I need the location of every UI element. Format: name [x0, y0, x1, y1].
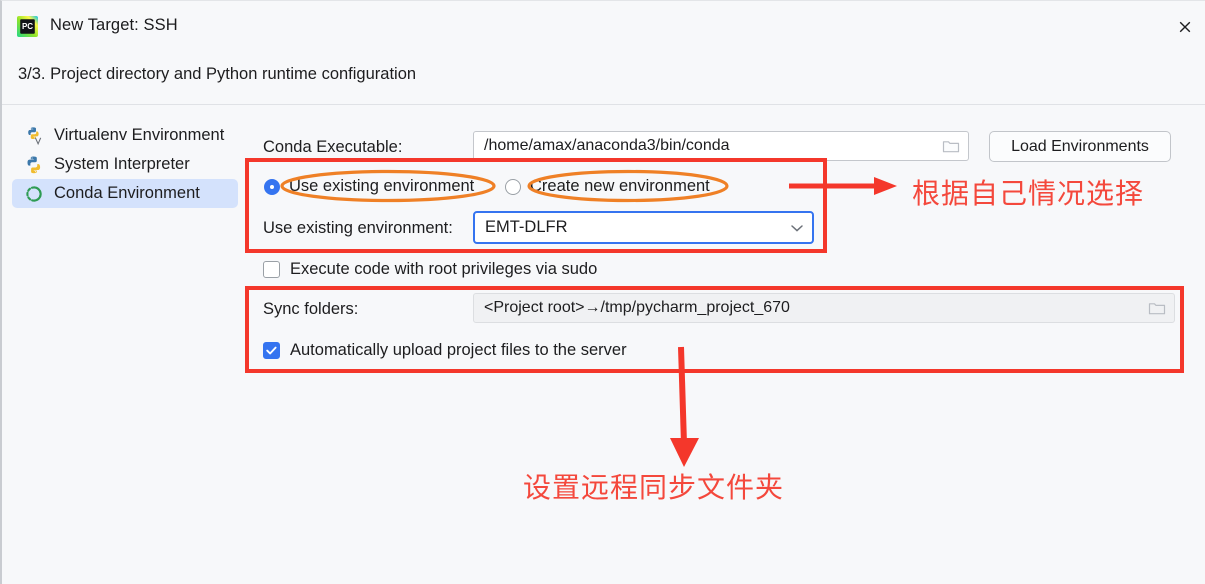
conda-executable-value: /home/amax/anaconda3/bin/conda [484, 137, 730, 154]
environment-value: EMT-DLFR [485, 218, 568, 236]
sudo-checkbox-row[interactable]: Execute code with root privileges via su… [263, 260, 597, 279]
environment-dropdown[interactable]: EMT-DLFR [473, 211, 814, 244]
conda-executable-input[interactable]: /home/amax/anaconda3/bin/conda [473, 131, 969, 161]
sync-folders-value: <Project root>→/tmp/pycharm_project_670 [484, 299, 790, 316]
folder-icon[interactable] [942, 138, 960, 154]
radio-create-new-environment[interactable]: Create new environment [505, 177, 710, 196]
sudo-checkbox-label: Execute code with root privileges via su… [290, 260, 598, 278]
radio-use-existing-environment[interactable]: Use existing environment [264, 177, 474, 196]
sync-folders-input[interactable]: <Project root>→/tmp/pycharm_project_670 [473, 293, 1175, 323]
radio-indicator[interactable] [505, 178, 521, 195]
sudo-checkbox[interactable] [263, 261, 280, 278]
auto-upload-checkbox[interactable] [263, 342, 280, 359]
radio-label: Use existing environment [289, 177, 475, 195]
radio-label: Create new environment [530, 177, 710, 195]
sync-folders-label: Sync folders: [263, 300, 359, 318]
load-environments-button[interactable]: Load Environments [989, 131, 1171, 162]
auto-upload-checkbox-label: Automatically upload project files to th… [290, 341, 627, 359]
use-existing-environment-label: Use existing environment: [263, 219, 453, 237]
annotation-note-right: 根据自己情况选择 [912, 177, 1145, 210]
dialog-window: PC New Target: SSH 3/3. Project director… [0, 0, 1205, 584]
conda-executable-label: Conda Executable: [263, 138, 403, 156]
folder-icon[interactable] [1148, 300, 1166, 316]
annotation-note-bottom: 设置远程同步文件夹 [523, 471, 785, 504]
radio-indicator-selected[interactable] [264, 178, 280, 195]
auto-upload-checkbox-row[interactable]: Automatically upload project files to th… [263, 341, 627, 360]
chevron-down-icon[interactable] [790, 223, 804, 233]
